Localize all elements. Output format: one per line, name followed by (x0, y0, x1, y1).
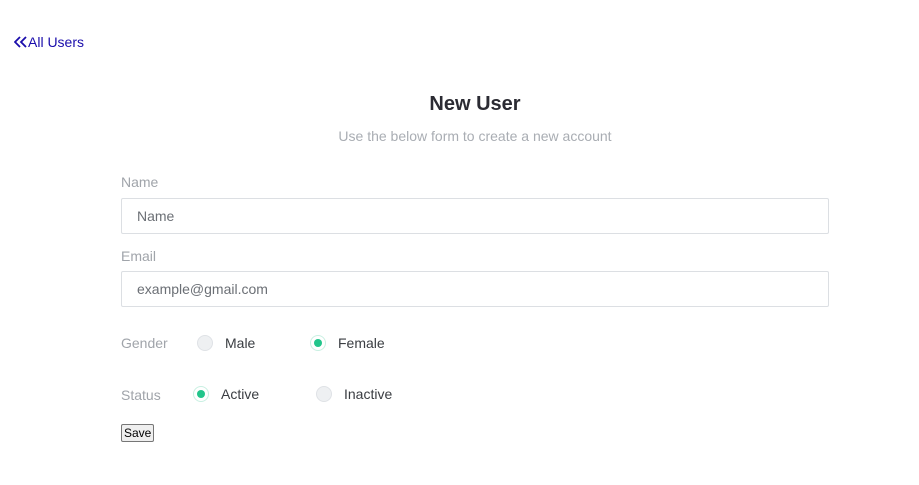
gender-female-radio[interactable]: Female (310, 335, 385, 351)
save-button[interactable]: Save (121, 424, 155, 442)
double-chevron-left-icon (14, 36, 27, 48)
page-subtitle: Use the below form to create a new accou… (338, 128, 612, 144)
gender-male-radio[interactable]: Male (197, 335, 255, 351)
name-input[interactable] (121, 198, 829, 234)
radio-unchecked-icon (197, 335, 213, 351)
page-title: New User (429, 93, 521, 115)
radio-unchecked-icon (316, 386, 332, 402)
gender-female-label: Female (338, 335, 385, 351)
radio-checked-icon (310, 335, 326, 351)
status-active-label: Active (221, 386, 260, 402)
gender-label: Gender (121, 335, 168, 351)
email-input[interactable] (121, 271, 829, 307)
back-to-all-users-link[interactable]: All Users (14, 34, 84, 50)
status-label: Status (121, 387, 161, 403)
gender-male-label: Male (225, 335, 256, 351)
email-label: Email (121, 248, 157, 264)
back-link-label: All Users (28, 34, 85, 50)
status-inactive-label: Inactive (344, 386, 393, 402)
new-user-page: All Users New User Use the below form to… (0, 0, 919, 485)
status-active-radio[interactable]: Active (193, 386, 259, 402)
status-inactive-radio[interactable]: Inactive (316, 386, 392, 402)
name-label: Name (121, 174, 159, 190)
radio-checked-icon (193, 386, 209, 402)
